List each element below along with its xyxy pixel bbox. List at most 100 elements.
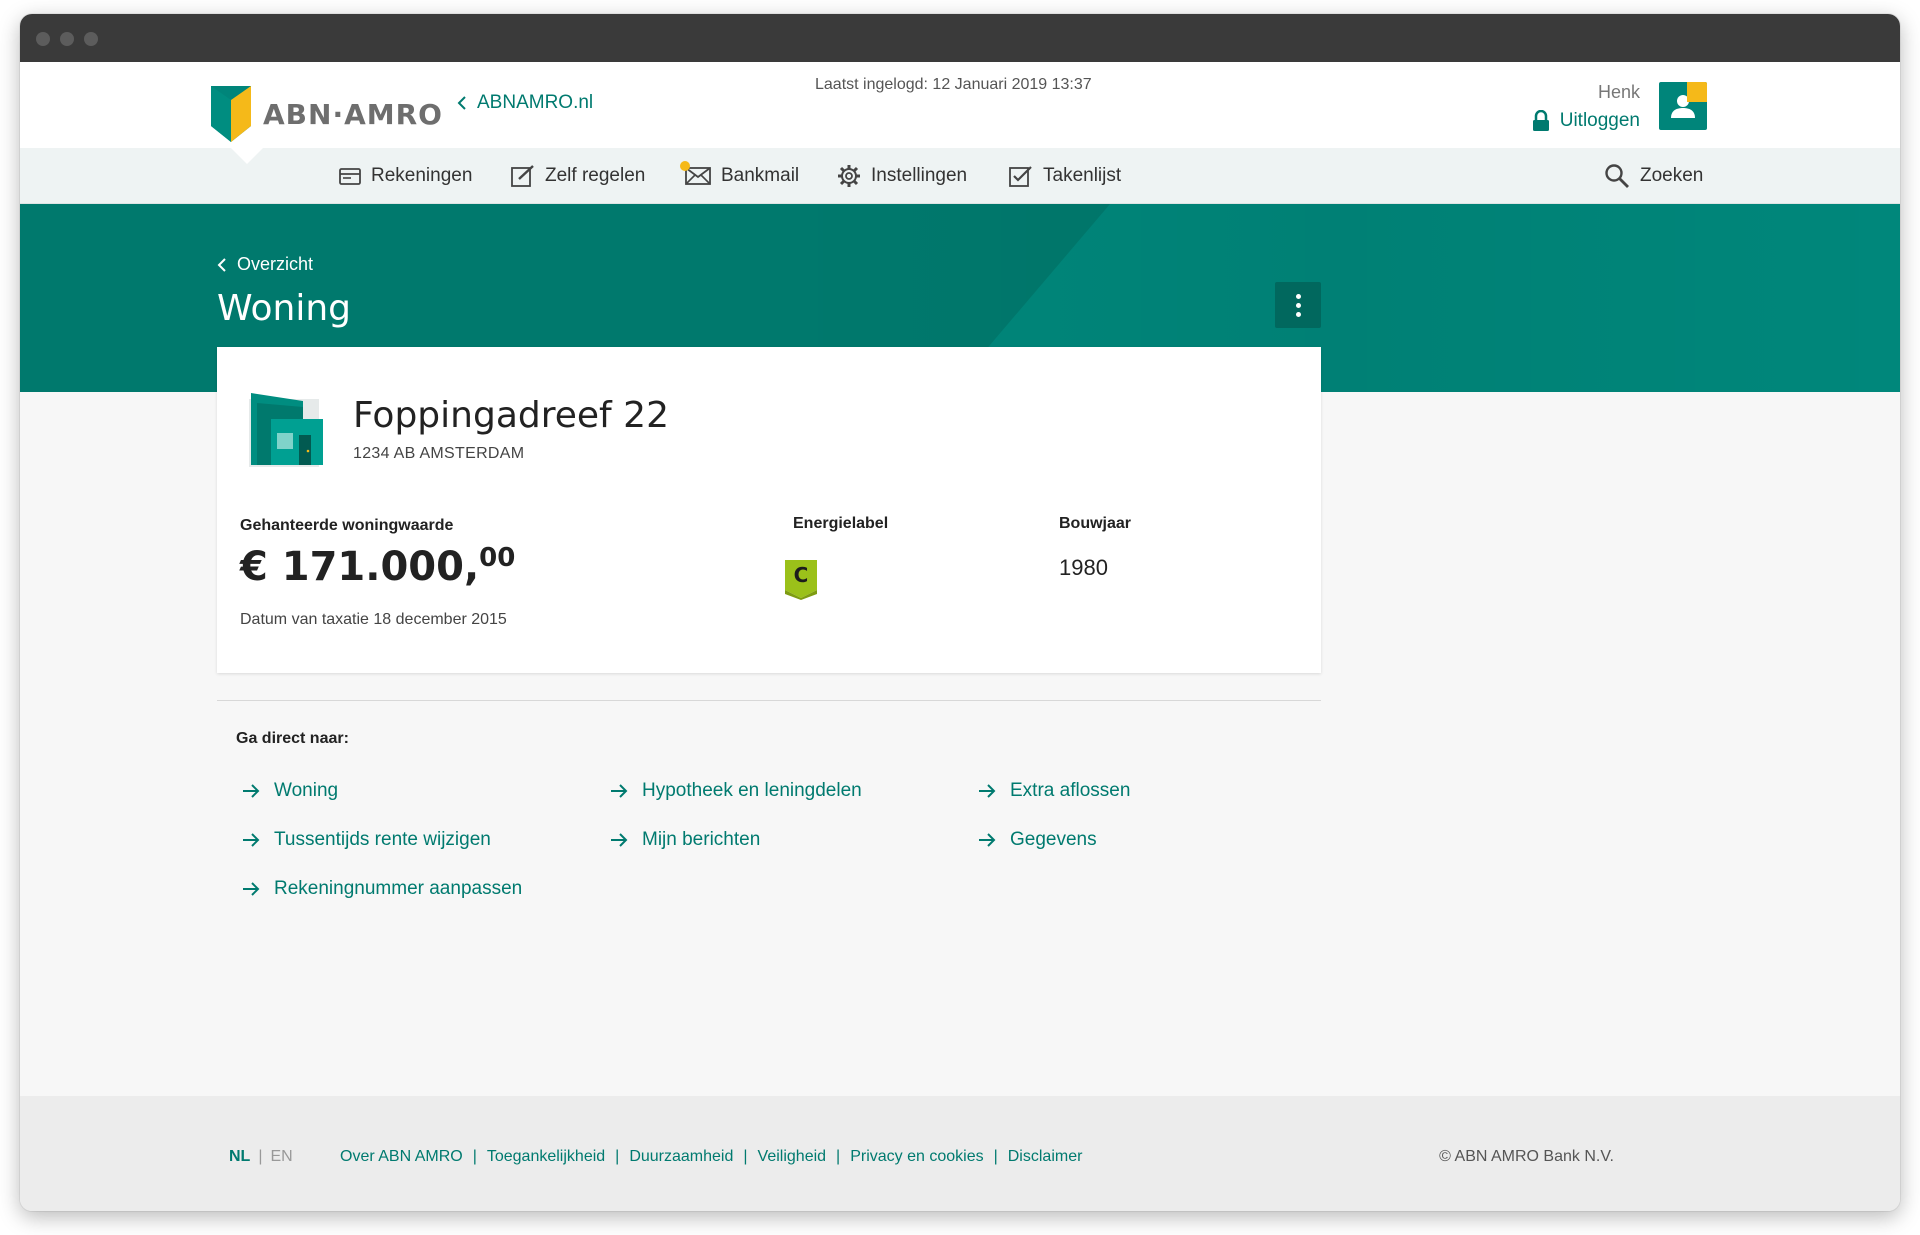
nav-item-zelf-regelen[interactable]: Zelf regelen <box>511 148 645 204</box>
nav-item-rekeningen[interactable]: Rekeningen <box>339 148 472 204</box>
logo-wordmark: ABN·AMRO <box>263 97 443 131</box>
maximize-window-button[interactable] <box>84 32 98 46</box>
minimize-window-button[interactable] <box>60 32 74 46</box>
site-link-label: ABNAMRO.nl <box>477 92 594 113</box>
arrow-right-icon <box>979 833 996 847</box>
quick-link-gegevens[interactable]: Gegevens <box>978 829 1097 851</box>
quick-link-label: Rekeningnummer aanpassen <box>274 878 523 899</box>
nav-item-label: Bankmail <box>721 165 800 186</box>
avatar-corner <box>1687 82 1707 102</box>
arrow-right-icon <box>611 833 628 847</box>
abnamro-site-link[interactable]: ABNAMRO.nl <box>457 92 593 114</box>
quick-link-rente-wijzigen[interactable]: Tussentijds rente wijzigen <box>242 829 491 851</box>
more-options-button[interactable] <box>1275 282 1321 328</box>
nav-item-takenlijst[interactable]: Takenlijst <box>1009 148 1121 204</box>
energielabel-label: Energielabel <box>793 515 889 532</box>
arrow-right-icon <box>611 784 628 798</box>
value-main: € 171.000, <box>240 544 480 590</box>
footer-link-privacy[interactable]: Privacy en cookies <box>850 1148 983 1166</box>
kebab-dot <box>1295 293 1301 299</box>
footer-links: Over ABN AMRO | Toegankelijkheid | Duurz… <box>340 1148 1082 1166</box>
site-header: ABN·AMRO ABNAMRO.nl Laatst ingelogd: 12 … <box>20 62 1900 148</box>
chevron-left-icon <box>217 257 226 272</box>
user-name: Henk <box>1597 82 1640 102</box>
arrow-right-icon <box>243 882 260 896</box>
lang-en[interactable]: EN <box>270 1148 292 1166</box>
nav-item-label: Takenlijst <box>1043 165 1122 186</box>
quick-link-label: Tussentijds rente wijzigen <box>274 829 491 850</box>
close-window-button[interactable] <box>36 32 50 46</box>
kebab-dot <box>1295 302 1301 308</box>
notification-dot <box>680 161 690 171</box>
bouwjaar-value: 1980 <box>1059 555 1108 580</box>
quick-link-berichten[interactable]: Mijn berichten <box>610 829 760 851</box>
kebab-dot <box>1295 311 1301 317</box>
site-footer: NL | EN Over ABN AMRO | Toegankelijkheid… <box>20 1096 1900 1211</box>
nav-item-instellingen[interactable]: Instellingen <box>837 148 967 204</box>
checkbox-icon <box>1009 166 1032 187</box>
nav-item-label: Instellingen <box>871 165 968 186</box>
quick-link-label: Woning <box>274 780 339 801</box>
arrow-right-icon <box>979 784 996 798</box>
logo-notch <box>231 148 263 164</box>
abn-amro-logo[interactable]: ABN·AMRO <box>211 86 443 142</box>
quick-link-label: Mijn berichten <box>642 829 761 850</box>
page-title: Woning <box>217 288 351 329</box>
logout-button[interactable]: Uitloggen <box>1532 110 1640 132</box>
lock-icon <box>1532 110 1549 131</box>
footer-separator: | <box>743 1148 748 1165</box>
avatar[interactable] <box>1659 82 1707 130</box>
property-card: Foppingadreef 22 1234 AB AMSTERDAM Gehan… <box>217 347 1321 673</box>
wallet-icon <box>339 168 361 185</box>
house-icon <box>249 393 323 467</box>
taxatie-date: Datum van taxatie 18 december 2015 <box>240 611 507 628</box>
section-divider <box>217 700 1321 701</box>
footer-separator: | <box>472 1148 477 1165</box>
edit-icon <box>511 165 534 187</box>
language-switcher: NL | EN <box>229 1148 293 1166</box>
quick-link-label: Gegevens <box>1010 829 1097 850</box>
back-label: Overzicht <box>237 254 314 274</box>
woningwaarde-label: Gehanteerde woningwaarde <box>240 517 454 534</box>
footer-link-toegankelijkheid[interactable]: Toegankelijkheid <box>487 1148 605 1166</box>
quick-link-woning[interactable]: Woning <box>242 780 338 802</box>
nav-item-label: Zelf regelen <box>545 165 646 186</box>
lang-separator: | <box>258 1148 263 1165</box>
property-city: 1234 AB AMSTERDAM <box>353 445 525 462</box>
shield-logo-icon <box>211 86 251 142</box>
window-titlebar <box>20 14 1900 62</box>
footer-link-over[interactable]: Over ABN AMRO <box>340 1148 463 1166</box>
lang-nl[interactable]: NL <box>229 1148 250 1166</box>
quick-link-label: Hypotheek en leningdelen <box>642 780 862 801</box>
woningwaarde-value: € 171.000,00 <box>240 543 515 590</box>
quick-link-hypotheek[interactable]: Hypotheek en leningdelen <box>610 780 862 802</box>
bouwjaar-label: Bouwjaar <box>1059 515 1132 532</box>
footer-link-veiligheid[interactable]: Veiligheid <box>758 1148 827 1166</box>
footer-link-duurzaamheid[interactable]: Duurzaamheid <box>629 1148 733 1166</box>
nav-item-bankmail[interactable]: Bankmail <box>680 148 800 204</box>
quick-link-label: Extra aflossen <box>1010 780 1131 801</box>
chevron-left-icon <box>457 96 466 110</box>
arrow-right-icon <box>243 784 260 798</box>
footer-link-disclaimer[interactable]: Disclaimer <box>1008 1148 1083 1166</box>
energielabel-value: C <box>793 563 809 587</box>
footer-separator: | <box>615 1148 620 1165</box>
main-nav: Rekeningen Zelf regelen Bankmail Instell… <box>20 148 1900 204</box>
last-login-text: Laatst ingelogd: 12 Januari 2019 13:37 <box>815 76 1092 93</box>
quick-link-rekeningnummer[interactable]: Rekeningnummer aanpassen <box>242 878 522 900</box>
search-icon <box>1605 164 1629 188</box>
search-button[interactable]: Zoeken <box>1604 148 1703 204</box>
footer-separator: | <box>836 1148 841 1165</box>
arrow-right-icon <box>243 833 260 847</box>
search-label: Zoeken <box>1640 165 1704 186</box>
gear-icon <box>838 165 860 187</box>
footer-separator: | <box>993 1148 998 1165</box>
quick-link-extra-aflossen[interactable]: Extra aflossen <box>978 780 1130 802</box>
back-to-overzicht-link[interactable]: Overzicht <box>217 254 313 275</box>
copyright-text: © ABN AMRO Bank N.V. <box>1439 1148 1614 1165</box>
nav-item-label: Rekeningen <box>371 165 473 186</box>
energielabel-badge: C <box>783 558 819 605</box>
quick-links-title: Ga direct naar: <box>236 730 349 747</box>
value-cents: 00 <box>479 543 516 573</box>
logout-label: Uitloggen <box>1559 110 1640 131</box>
